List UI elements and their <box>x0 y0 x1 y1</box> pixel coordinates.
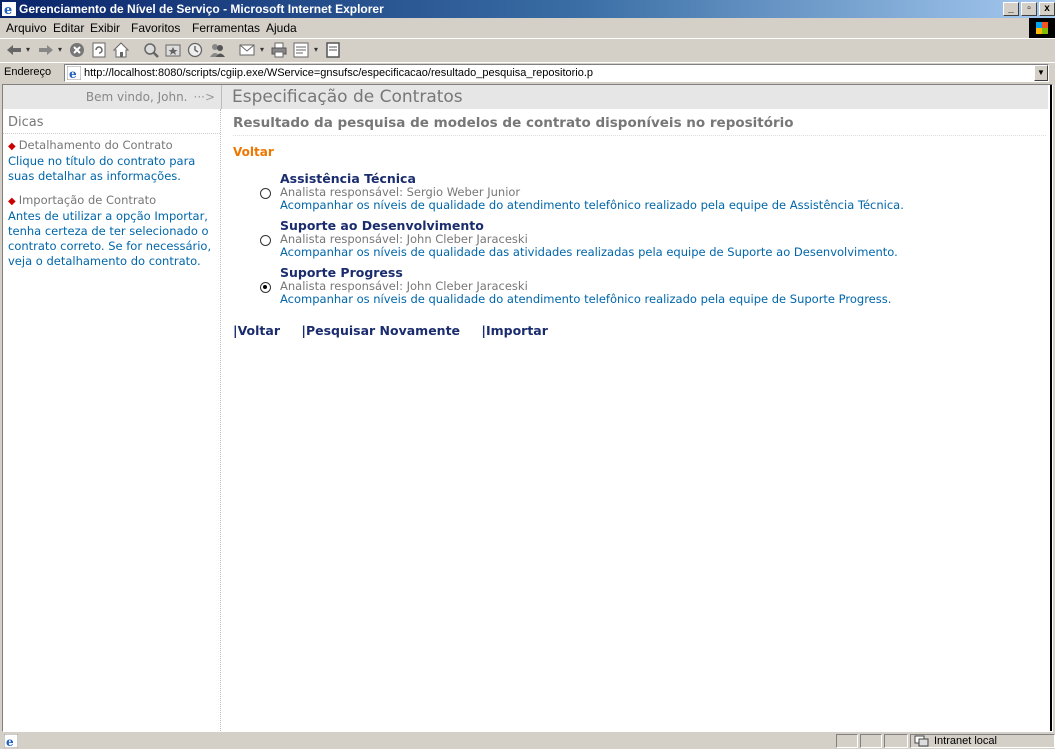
tip-importacao: ◆ Importação de Contrato Antes de utiliza… <box>8 193 215 269</box>
tip-heading: Importação de Contrato <box>18 193 157 207</box>
contract-item: Assistência Técnica Analista responsável… <box>233 172 1046 212</box>
contract-item: Suporte Progress Analista responsável: J… <box>233 266 1046 306</box>
diamond-icon: ◆ <box>8 196 16 207</box>
menu-ferramentas[interactable]: Ferramentas <box>192 21 260 35</box>
menu-ajuda[interactable]: Ajuda <box>266 21 297 35</box>
contract-list: Assistência Técnica Analista responsável… <box>233 172 1046 306</box>
contract-item: Suporte ao Desenvolvimento Analista resp… <box>233 219 1046 259</box>
contract-title-link[interactable]: Suporte Progress <box>280 266 1046 280</box>
page-status-icon: e <box>4 734 18 748</box>
status-cell <box>860 734 882 748</box>
page-title: Especificação de Contratos <box>221 85 1048 109</box>
edit-icon[interactable] <box>292 41 312 59</box>
sidebar: Dicas ◆ Detalhamento do Contrato Clique n… <box>3 109 221 731</box>
contract-radio[interactable] <box>260 188 271 199</box>
window-title: Gerenciamento de Nível de Serviço - Micr… <box>19 2 384 16</box>
discuss-icon[interactable] <box>324 41 344 59</box>
title-bar: e Gerenciamento de Nível de Serviço - Mi… <box>0 0 1055 18</box>
contract-title-link[interactable]: Suporte ao Desenvolvimento <box>280 219 1046 233</box>
intranet-icon <box>914 735 929 747</box>
minimize-button[interactable]: _ <box>1003 2 1019 16</box>
svg-text:e: e <box>69 67 77 80</box>
page-viewport: Bem vindo, John. ···> Especificação de Co… <box>2 84 1053 732</box>
contract-description: Acompanhar os níveis de qualidade do ate… <box>280 198 904 212</box>
action-links: |Voltar |Pesquisar Novamente |Importar <box>233 323 1046 338</box>
edit-dropdown-icon[interactable]: ▾ <box>312 41 320 59</box>
contract-description: Acompanhar os níveis de qualidade do ate… <box>280 292 892 306</box>
zone-label: Intranet local <box>934 735 997 747</box>
welcome-label: Bem vindo, John. <box>85 90 188 104</box>
print-icon[interactable] <box>270 41 290 59</box>
scrollbar[interactable] <box>1050 85 1052 731</box>
tip-detalhamento: ◆ Detalhamento do Contrato Clique no títu… <box>8 138 215 184</box>
tip-body: Antes de utilizar a opção Importar, tenh… <box>8 209 212 268</box>
security-zone: Intranet local <box>910 734 1055 748</box>
menu-editar[interactable]: Editar <box>53 21 84 35</box>
address-url[interactable]: http://localhost:8080/scripts/cgiip.exe/… <box>84 67 593 79</box>
home-icon[interactable] <box>112 41 132 59</box>
main-content: Resultado da pesquisa de modelos de cont… <box>233 109 1046 731</box>
favorites-icon[interactable] <box>164 41 184 59</box>
pesquisar-novamente-link[interactable]: |Pesquisar Novamente <box>301 323 460 338</box>
stop-icon[interactable] <box>68 41 88 59</box>
back-dropdown-icon[interactable]: ▾ <box>24 41 32 59</box>
windows-logo-icon <box>1029 18 1055 38</box>
welcome-text: Bem vindo, John. ···> <box>3 85 221 109</box>
mail-dropdown-icon[interactable]: ▾ <box>258 41 266 59</box>
messenger-icon[interactable] <box>208 41 228 59</box>
voltar-link-top[interactable]: Voltar <box>233 145 1046 159</box>
svg-text:e: e <box>4 3 12 16</box>
tip-heading: Detalhamento do Contrato <box>18 138 173 152</box>
contract-description: Acompanhar os níveis de qualidade das at… <box>280 245 898 259</box>
ie-logo-icon: e <box>2 2 16 16</box>
contract-radio[interactable] <box>260 235 271 246</box>
diamond-icon: ◆ <box>8 141 16 152</box>
contract-title-link[interactable]: Assistência Técnica <box>280 172 1046 186</box>
status-cell <box>884 734 908 748</box>
status-cell <box>836 734 858 748</box>
forward-dropdown-icon[interactable]: ▾ <box>56 41 64 59</box>
sidebar-title: Dicas <box>8 115 44 130</box>
close-button[interactable]: x <box>1039 2 1055 16</box>
page-icon: e <box>67 66 81 80</box>
svg-text:e: e <box>6 735 14 748</box>
address-dropdown-icon[interactable]: ▼ <box>1034 65 1048 81</box>
address-bar: Endereço e http://localhost:8080/scripts… <box>0 62 1055 82</box>
maximize-button[interactable]: ▫ <box>1021 2 1037 16</box>
refresh-icon[interactable] <box>90 41 110 59</box>
search-icon[interactable] <box>142 41 162 59</box>
sidebar-divider <box>3 133 220 134</box>
menu-exibir[interactable]: Exibir <box>90 21 120 35</box>
address-field[interactable]: e http://localhost:8080/scripts/cgiip.ex… <box>64 64 1049 82</box>
mail-icon[interactable] <box>238 41 258 59</box>
address-label: Endereço <box>4 66 52 78</box>
arrow-icon: ···> <box>193 90 216 104</box>
status-bar: e Intranet local <box>0 733 1055 749</box>
back-arrow-icon[interactable] <box>4 41 24 59</box>
menu-bar: Arquivo Editar Exibir Favoritos Ferramen… <box>0 18 1055 38</box>
voltar-link[interactable]: |Voltar <box>233 323 280 338</box>
history-icon[interactable] <box>186 41 206 59</box>
browser-window: e Gerenciamento de Nível de Serviço - Mi… <box>0 0 1055 749</box>
results-heading: Resultado da pesquisa de modelos de cont… <box>233 115 1046 136</box>
contract-radio-selected[interactable] <box>260 282 271 293</box>
tip-body: Clique no título do contrato para suas d… <box>8 154 196 183</box>
menu-arquivo[interactable]: Arquivo <box>6 21 47 35</box>
forward-arrow-icon[interactable] <box>36 41 56 59</box>
menu-favoritos[interactable]: Favoritos <box>131 21 180 35</box>
toolbar: ▾ ▾ ▾ ▾ <box>0 38 1055 60</box>
importar-link[interactable]: |Importar <box>481 323 548 338</box>
